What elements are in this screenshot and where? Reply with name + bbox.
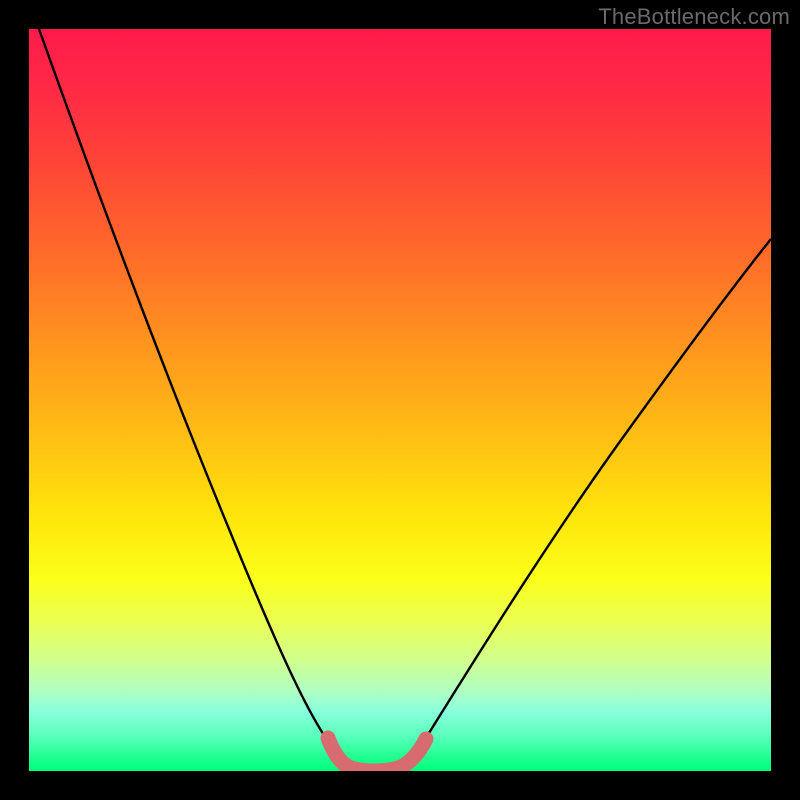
chart-curve [39,29,771,769]
chart-highlight-arc [328,738,426,771]
chart-frame: TheBottleneck.com [0,0,800,800]
watermark-text: TheBottleneck.com [598,4,790,30]
chart-plot-area [29,29,771,771]
chart-curve-svg [29,29,771,771]
